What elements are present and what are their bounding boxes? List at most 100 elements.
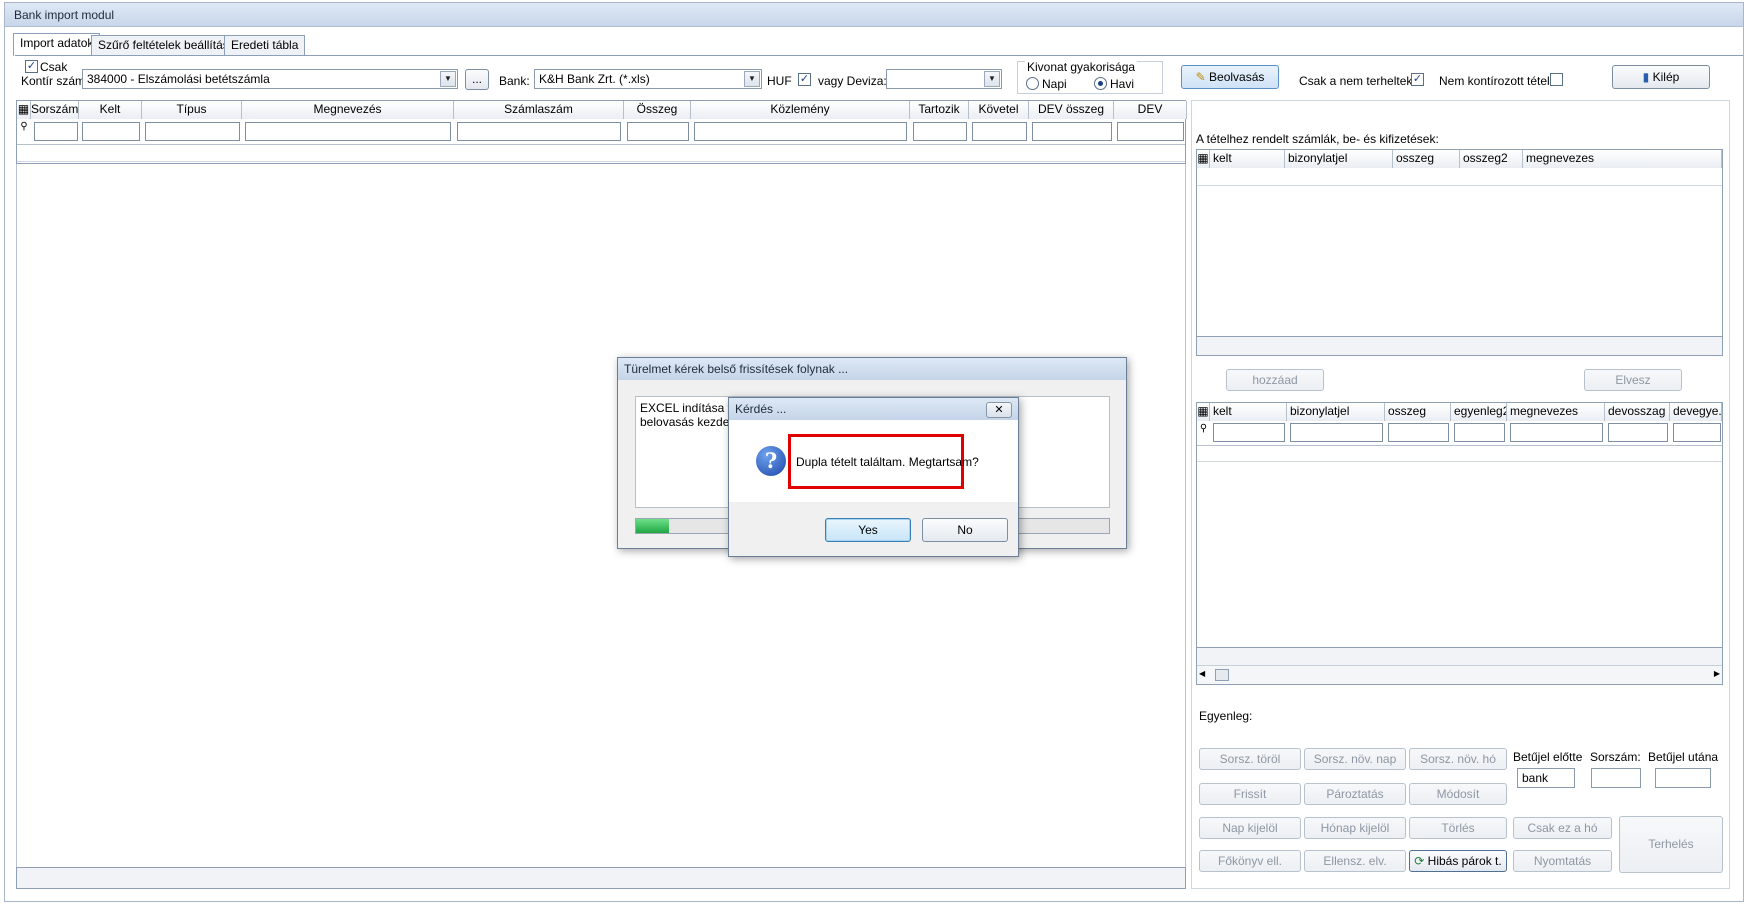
terheles-button[interactable]: Terhelés — [1619, 816, 1723, 873]
filter-kovetel[interactable] — [972, 122, 1027, 141]
no-button[interactable]: No — [922, 518, 1008, 542]
nyomtatas-button[interactable]: Nyomtatás — [1513, 850, 1612, 872]
col-header-osszeg[interactable]: osszeg — [1385, 403, 1451, 421]
nap-kijelol-button[interactable]: Nap kijelöl — [1199, 817, 1301, 839]
filter-megnevezes[interactable] — [245, 122, 451, 141]
grid-options-icon[interactable]: ▦ — [1197, 403, 1210, 421]
col-header-devosszag[interactable]: devosszag — [1605, 403, 1670, 421]
binoculars-icon: ⚲ — [20, 121, 28, 132]
sorsz-nov-ho-button[interactable]: Sorsz. növ. hó — [1409, 748, 1507, 770]
filter-devosszag[interactable] — [1608, 423, 1668, 442]
beolvasas-button[interactable]: ✎ Beolvasás — [1181, 65, 1279, 89]
paroztatas-button[interactable]: Pároztatás — [1304, 783, 1406, 805]
payments-grid[interactable]: ▦ kelt bizonylatjel osszeg egyenleg2 meg… — [1196, 402, 1723, 685]
col-header-sorszam[interactable]: Sorszám — [31, 101, 79, 119]
col-header-dev[interactable]: DEV — [1114, 101, 1187, 119]
col-header-bizonylatjel[interactable]: bizonylatjel — [1285, 150, 1393, 168]
table-row[interactable] — [1197, 168, 1722, 186]
filter-osszeg[interactable] — [1388, 423, 1449, 442]
csak-label: Csak — [40, 60, 68, 74]
filter-bizonylatjel[interactable] — [1290, 423, 1383, 442]
modosit-button[interactable]: Módosít — [1409, 783, 1507, 805]
chevron-down-icon[interactable]: ▼ — [984, 71, 1000, 87]
table-row[interactable] — [1197, 445, 1722, 462]
filter-osszeg[interactable] — [627, 122, 689, 141]
sorszam-input[interactable] — [1591, 768, 1641, 788]
filter-dev[interactable] — [1117, 122, 1184, 141]
frissit-button[interactable]: Frissít — [1199, 783, 1301, 805]
col-header-megnevezes[interactable]: megnevezes — [1523, 150, 1722, 168]
betujel-elotte-input[interactable]: bank — [1517, 768, 1575, 788]
assigned-grid[interactable]: ▦ kelt bizonylatjel osszeg osszeg2 megne… — [1196, 149, 1723, 356]
col-header-egyenleg2[interactable]: egyenleg2 — [1451, 403, 1507, 421]
close-icon[interactable]: ✕ — [986, 402, 1012, 418]
filter-tipus[interactable] — [145, 122, 240, 141]
sorsz-torol-button[interactable]: Sorsz. töröl — [1199, 748, 1301, 770]
table-row[interactable] — [17, 144, 1185, 162]
question-dialog: Kérdés ... ✕ ? Dupla tételt találtam. Me… — [728, 397, 1019, 557]
col-header-osszeg[interactable]: osszeg — [1393, 150, 1460, 168]
tab-szuro-feltetelek[interactable]: Szűrő feltételek beállítása — [91, 35, 243, 55]
grid-options-icon[interactable]: ▦ — [1197, 150, 1210, 168]
filter-szamlaszam[interactable] — [457, 122, 621, 141]
filter-tartozik[interactable] — [913, 122, 967, 141]
sorsz-nov-nap-button[interactable]: Sorsz. növ. nap — [1304, 748, 1406, 770]
torles-button[interactable]: Törlés — [1409, 817, 1507, 839]
kontir-combo[interactable]: 384000 - Elszámolási betétszámla ▼ — [82, 69, 458, 89]
col-header-tartozik[interactable]: Tartozik — [910, 101, 969, 119]
filter-devegyenleg[interactable] — [1673, 423, 1721, 442]
bank-value: K&H Bank Zrt. (*.xls) — [539, 72, 650, 86]
csak-nem-terheltek-checkbox[interactable]: ✓ — [1411, 73, 1424, 86]
napi-radio[interactable] — [1026, 77, 1039, 90]
filter-egyenleg2[interactable] — [1454, 423, 1505, 442]
betujel-utana-input[interactable] — [1655, 768, 1711, 788]
scroll-right-icon[interactable]: ▶ — [1714, 669, 1720, 678]
col-header-devegyenleg[interactable]: devegye... — [1670, 403, 1722, 421]
col-header-kozlemeny[interactable]: Közlemény — [691, 101, 910, 119]
filter-kelt[interactable] — [1213, 423, 1285, 442]
deviza-combo[interactable]: ▼ — [886, 69, 1002, 89]
scrollbar-thumb[interactable] — [1215, 669, 1229, 681]
nem-kontirozott-checkbox[interactable] — [1550, 73, 1563, 86]
havi-label: Havi — [1110, 77, 1135, 91]
col-header-dev-osszeg[interactable]: DEV összeg — [1029, 101, 1114, 119]
col-header-osszeg[interactable]: Összeg — [624, 101, 691, 119]
tab-eredeti-tabla[interactable]: Eredeti tábla — [224, 35, 306, 55]
filter-kozlemeny[interactable] — [694, 122, 907, 141]
grid-options-icon[interactable]: ▦ — [17, 101, 31, 119]
bank-combo[interactable]: K&H Bank Zrt. (*.xls) ▼ — [534, 69, 762, 89]
huf-checkbox[interactable]: ✓ — [798, 73, 811, 86]
col-header-megnevezes[interactable]: megnevezes — [1507, 403, 1605, 421]
yes-button[interactable]: Yes — [825, 518, 911, 542]
col-header-kelt[interactable]: Kelt — [79, 101, 142, 119]
col-header-szamlaszam[interactable]: Számlaszám — [454, 101, 624, 119]
kilep-button[interactable]: ▮ Kilép — [1612, 65, 1710, 89]
filter-dev-osszeg[interactable] — [1032, 122, 1112, 141]
honap-kijelol-button[interactable]: Hónap kijelöl — [1304, 817, 1406, 839]
horizontal-scrollbar[interactable]: ◀ ▶ — [1197, 665, 1722, 684]
hibas-parok-button[interactable]: ⟳ Hibás párok t. — [1409, 850, 1507, 872]
fokonyv-ell-button[interactable]: Főkönyv ell. — [1199, 850, 1301, 872]
filter-kelt[interactable] — [82, 122, 140, 141]
scroll-left-icon[interactable]: ◀ — [1199, 669, 1205, 678]
chevron-down-icon[interactable]: ▼ — [440, 71, 456, 87]
col-header-tipus[interactable]: Típus — [142, 101, 242, 119]
chevron-down-icon[interactable]: ▼ — [744, 71, 760, 87]
col-header-bizonylatjel[interactable]: bizonylatjel — [1287, 403, 1385, 421]
csak-checkbox[interactable]: ✓ — [25, 60, 38, 73]
main-grid[interactable]: ▦ Sorszám Kelt Típus Megnevezés Számlasz… — [16, 100, 1187, 164]
col-header-megnevezes[interactable]: Megnevezés — [242, 101, 454, 119]
elvesz-button[interactable]: Elvesz — [1584, 369, 1682, 391]
havi-radio[interactable] — [1094, 77, 1107, 90]
filter-sorszam[interactable] — [34, 122, 78, 141]
col-header-kovetel[interactable]: Követel — [969, 101, 1029, 119]
filter-megnevezes[interactable] — [1510, 423, 1603, 442]
col-header-kelt[interactable]: kelt — [1210, 403, 1287, 421]
col-header-kelt[interactable]: kelt — [1210, 150, 1285, 168]
ellensz-elv-button[interactable]: Ellensz. elv. — [1304, 850, 1406, 872]
tab-import-adatok[interactable]: Import adatok — [13, 33, 101, 56]
hozzaad-button[interactable]: hozzáad — [1226, 369, 1324, 391]
col-header-osszeg2[interactable]: osszeg2 — [1460, 150, 1523, 168]
csak-ez-a-ho-button[interactable]: Csak ez a hó — [1513, 817, 1612, 839]
browse-button[interactable]: ... — [465, 69, 489, 90]
